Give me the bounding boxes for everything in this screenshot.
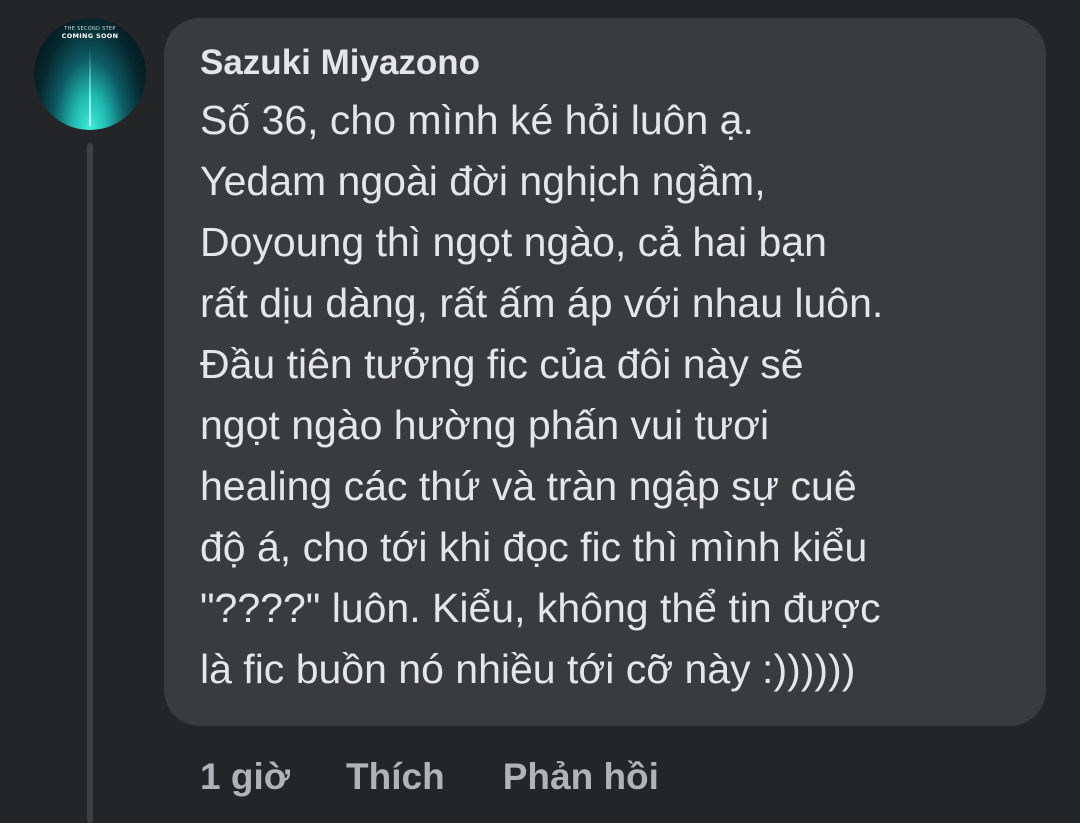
- like-button[interactable]: Thích: [346, 756, 445, 798]
- reply-button[interactable]: Phản hồi: [503, 756, 659, 798]
- comment-text-line: Số 36, cho mình ké hỏi luôn ạ.: [200, 97, 754, 143]
- comment-text: Số 36, cho mình ké hỏi luôn ạ. Yedam ngo…: [200, 90, 1016, 700]
- avatar-light-beam: [89, 48, 91, 126]
- comment-actions: 1 giờ Thích Phản hồi: [200, 752, 659, 802]
- comment-text-line: ngọt ngào hường phấn vui tươi: [200, 402, 770, 448]
- comment-text-line: Yedam ngoài đời nghịch ngầm,: [200, 158, 766, 204]
- avatar-caption-big: COMING SOON: [61, 32, 119, 40]
- comment-text-line: Đầu tiên tưởng fic của đôi này sẽ: [200, 341, 804, 387]
- reply-thread-line: [87, 143, 93, 823]
- avatar[interactable]: THE SECOND STEP COMING SOON: [34, 18, 146, 130]
- comment-text-line: độ á, cho tới khi đọc fic thì mình kiểu: [200, 524, 868, 570]
- comment-timestamp[interactable]: 1 giờ: [200, 756, 290, 798]
- comment-text-line: là fic buồn nó nhiều tới cỡ này :)))))): [200, 646, 856, 692]
- comment-text-line: healing các thứ và tràn ngập sự cuê: [200, 463, 857, 509]
- comment-bubble: Sazuki Miyazono Số 36, cho mình ké hỏi l…: [164, 18, 1046, 726]
- comment-thread: THE SECOND STEP COMING SOON Sazuki Miyaz…: [0, 0, 1080, 823]
- comment-text-line: rất dịu dàng, rất ấm áp với nhau luôn.: [200, 280, 884, 326]
- comment-text-line: Doyoung thì ngọt ngào, cả hai bạn: [200, 219, 827, 265]
- comment-text-line: "????" luôn. Kiểu, không thể tin được: [200, 585, 881, 631]
- comment-author-name[interactable]: Sazuki Miyazono: [200, 40, 480, 86]
